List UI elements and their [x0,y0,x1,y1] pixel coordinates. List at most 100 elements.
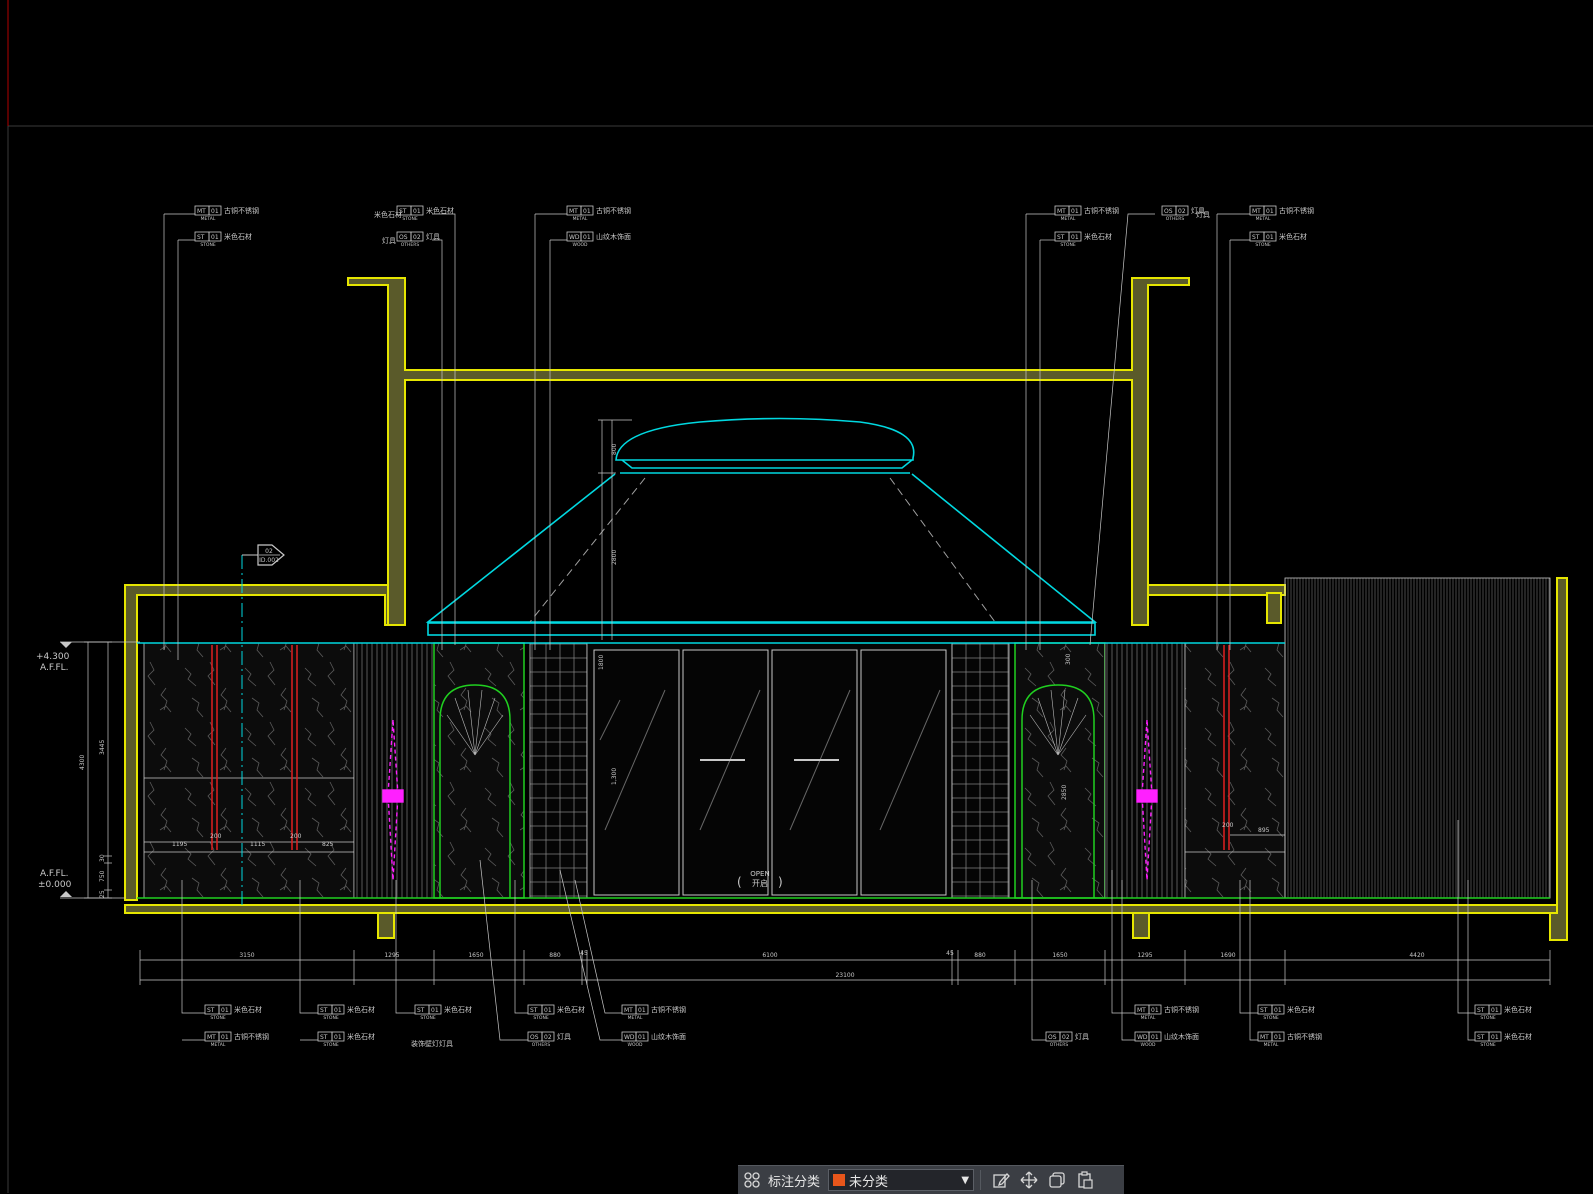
level-top-value: +4.300 [36,652,70,662]
chevron-down-icon: ▼ [961,1174,970,1186]
callout-code: WD [569,234,580,241]
callout-code: MT [1252,208,1261,215]
dim-h-0: 3150 [239,952,254,959]
callout-material-name: 灯具 [426,232,440,241]
dim-h-10: 1690 [1220,952,1235,959]
dim-h-3: 880 [549,952,561,959]
section-marker-top: 02 [265,548,273,555]
right-grain-panel [1104,642,1186,899]
callout-number: 01 [1071,234,1079,241]
dim-inner-3: 300 [1065,653,1072,665]
callout-number: 01 [211,208,219,215]
callout-material-name: 米色石材 [1287,1005,1315,1014]
callout-code: ST [1260,1007,1268,1014]
left-grain-panel [353,642,435,899]
callout-category: METAL [1061,216,1076,222]
callout-material-name: 米色石材 [347,1032,375,1041]
callout-code: ST [1477,1007,1485,1014]
callout-code: MT [1057,208,1066,215]
callout-code: ST [1057,234,1065,241]
callout-number: 01 [413,208,421,215]
level-bottom-label: A.F.FL. [40,869,69,879]
callout-tag-mt01-21: MT 01 古铜不锈钢 METAL [1134,1004,1199,1021]
callout-number: 02 [1178,208,1186,215]
dim-inner-2: 2850 [1061,785,1068,800]
left-stone-panel [143,642,355,899]
callout-tag-st01-15: ST 01 米色石材 STONE [414,1004,472,1021]
callout-material-name: 米色石材 [1279,232,1307,241]
callout-material-name: 古铜不锈钢 [224,206,259,215]
dim-v-mid: 30 [99,854,106,862]
callout-category: STONE [402,216,418,222]
callout-tag-st01-1: ST 01 米色石材 STONE [194,231,252,248]
copy-icon[interactable] [1043,1166,1071,1194]
right-slat-wall [1284,577,1551,899]
edit-icon[interactable] [987,1166,1015,1194]
cad-canvas[interactable]: OPEN 开启 ( ) 02 ID.002 +4.300 A.F.FL. A.F… [0,0,1593,1193]
callout-code: ST [197,234,205,241]
callout-tag-wd01-19: WD 01 山纹木饰面 WOOD [621,1031,686,1048]
dim-inner-1: 1,300 [611,768,618,785]
callout-material-name: 山纹木饰面 [651,1032,686,1041]
callout-tag-st01-2: ST 01 米色石材STONE [396,205,454,222]
dim-v-total: 4300 [79,755,86,770]
dim-h-11: 4420 [1409,952,1424,959]
callout-code: ST [320,1007,328,1014]
callout-material-name: 古铜不锈钢 [1279,206,1314,215]
callout-tag-mt01-12: MT 01 古铜不锈钢 METAL [204,1031,269,1048]
grid-icon[interactable] [738,1166,766,1194]
callout-category: STONE [1263,1015,1279,1021]
callout-tag-st01-10: ST 01 米色石材 STONE [1249,231,1307,248]
dim-h-9: 1295 [1137,952,1152,959]
callout-code: ST [417,1007,425,1014]
dim-v-upper: 3445 [99,740,106,755]
door-zone [586,642,953,899]
callout-code: OS [1164,208,1173,215]
floor-pier-right [1132,912,1150,939]
callout-code: MT [569,208,578,215]
callout-material-name: 米色石材 [444,1005,472,1014]
callout-code: MT [207,1034,216,1041]
callout-category: STONE [323,1015,339,1021]
floor-slab [124,904,1561,914]
callout-tag-st01-26: ST 01 米色石材 STONE [1474,1031,1532,1048]
callout-category: OTHERS [1050,1042,1069,1048]
category-select[interactable]: 未分类 ▼ [828,1169,975,1191]
dim-canopy-1: 2800 [611,550,618,565]
callout-tag-st01-13: ST 01 米色石材 STONE [317,1004,375,1021]
move-icon[interactable] [1015,1166,1043,1194]
callout-material-name: 米色石材 [1084,232,1112,241]
callout-category: WOOD [628,1042,644,1048]
dim-sub-2: 1115 [250,841,265,848]
door-open-bracket-left: ( [737,875,742,889]
callout-category: STONE [1480,1042,1496,1048]
callout-material-name: 古铜不锈钢 [1164,1005,1199,1014]
callout-material-name: 古铜不锈钢 [1084,206,1119,215]
right-ledge [1147,584,1286,596]
dim-sub-0: 1195 [172,841,187,848]
callout-material-name: 米色石材 [557,1005,585,1014]
callout-number: 01 [221,1007,229,1014]
callout-number: 01 [1491,1034,1499,1041]
callout-number: 01 [1151,1034,1159,1041]
paste-icon[interactable] [1071,1166,1099,1194]
callout-category: WOOD [573,242,589,248]
callout-material-name: 山纹木饰面 [1164,1032,1199,1041]
callout-tag-os02-20: OS 02 灯具 OTHERS [1045,1031,1089,1048]
toolbar-divider [980,1170,982,1190]
callout-category: METAL [1264,1042,1279,1048]
callout-tag-st01-11: ST 01 米色石材 STONE [204,1004,262,1021]
callout-tag-os02-17: OS 02 灯具 OTHERS [527,1031,571,1048]
dim-h-7: 880 [974,952,986,959]
right-end-wall [1549,577,1568,941]
door-open-cn: 开启 [752,878,768,888]
right-stone-panel [1184,642,1286,899]
dim-h-total: 23100 [835,972,854,979]
callout-number: 01 [1274,1007,1282,1014]
callout-code: MT [197,208,206,215]
callout-texts: 米色石材 灯具 灯具 装饰壁灯灯具 [374,210,1210,1048]
callout-number: 02 [544,1034,552,1041]
dim-h-1: 1295 [384,952,399,959]
right-arch-panel [1014,642,1106,899]
callout-number: 01 [1266,208,1274,215]
